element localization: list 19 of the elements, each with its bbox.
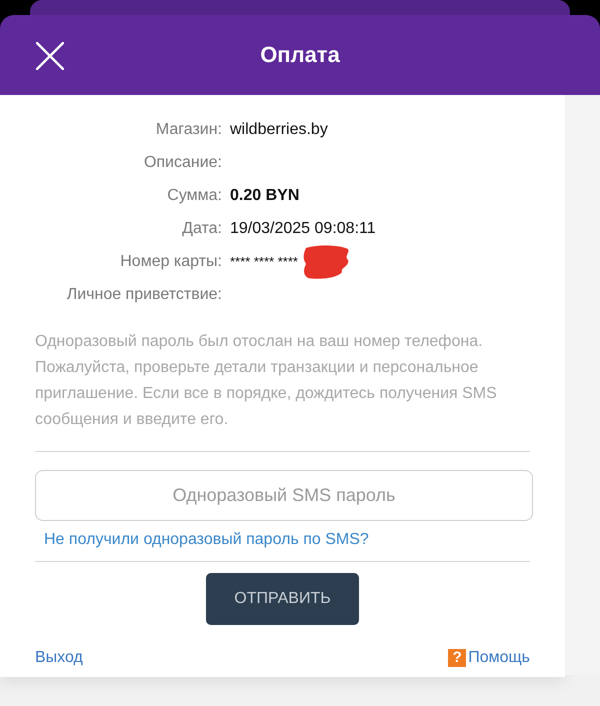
submit-button[interactable]: ОТПРАВИТЬ [206, 573, 359, 625]
close-icon[interactable] [36, 42, 64, 70]
notice-text: Одноразовый пароль был отослан на ваш номер телефона. Пожалуйста, проверьте детали транзакции и персональное приглашение. Если все в порядке, дождитесь получения SMS сообщения и введите его. [35, 332, 498, 430]
amount-value: 0.20 BYN [230, 186, 300, 206]
resend-link[interactable]: Не получили одноразовый пароль по SMS? [44, 531, 369, 549]
field-value: 19/03/2025 09:08:11 [230, 219, 376, 239]
card-number: **** **** **** [230, 253, 298, 271]
help-link[interactable]: Помощь [468, 649, 530, 667]
field-label: Дата: [181, 219, 222, 239]
otp-field[interactable]: Одноразовый SMS пароль [35, 470, 533, 521]
field-label: Магазин: [154, 120, 222, 140]
field-label: Сумма: [166, 186, 222, 206]
field-value: wildberries.by [230, 120, 328, 140]
field-label: Номер карты: [119, 252, 222, 272]
exit-link[interactable]: Выход [35, 649, 83, 667]
header-title: Оплата [260, 42, 340, 68]
help-icon[interactable]: ? [448, 649, 466, 667]
field-label: Описание: [142, 153, 222, 173]
field-label: Личное приветствие: [66, 285, 222, 305]
